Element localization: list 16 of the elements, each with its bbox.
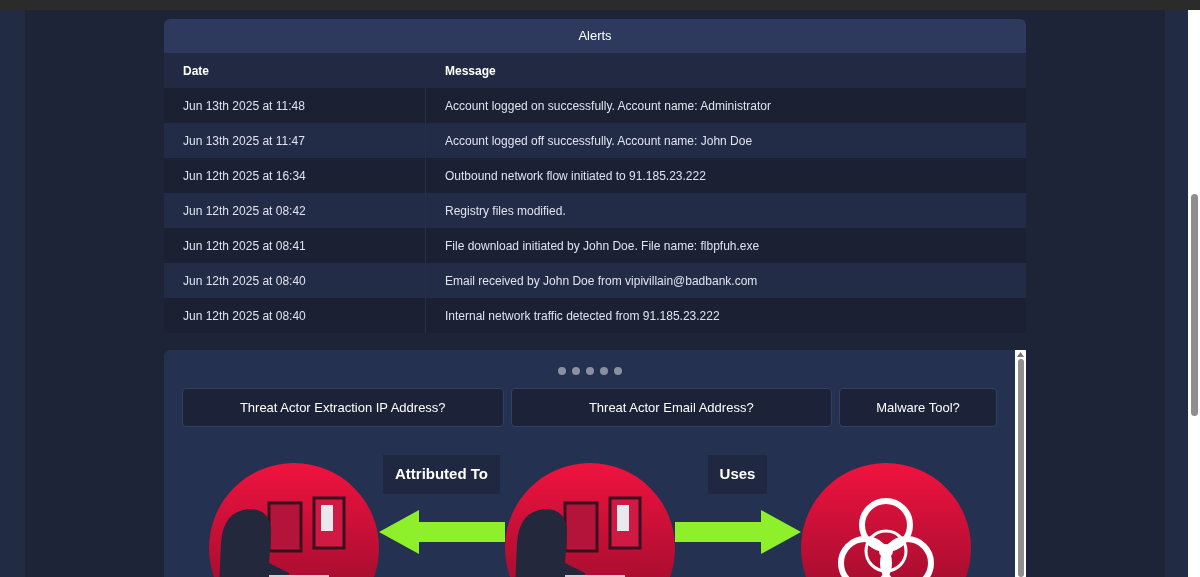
table-cell-text: Account logged on successfully. Account name: Administrator [444,97,772,115]
table-cell-text: Internal network traffic detected from 91.185.23.222 [444,307,721,325]
relation-label: Attributed To [382,455,500,494]
table-cell-text: Account logged off successfully. Account name: John Doe [444,132,754,150]
table-cell-text: Email received by John Doe from vipivillain@badbank.com [444,272,759,290]
table-cell: Jun 12th 2025 at 08:40 [164,298,426,333]
table-cell-text: Outbound network flow initiated to 91.185.23.222 [444,167,707,185]
table-title: Alerts [164,19,1026,53]
column-header: Date [182,62,210,80]
relation-label: Uses [707,455,768,494]
question-button[interactable]: Malware Tool? [839,388,997,427]
question-button[interactable]: Threat Actor Email Address? [510,388,832,427]
table-cell-text: Registry files modified. [444,202,567,220]
question-button[interactable]: Threat Actor Extraction IP Address? [182,388,504,427]
column-header: Message [444,62,497,80]
table-cell-text: File download initiated by John Doe. File name: flbpfuh.exe [444,237,761,255]
